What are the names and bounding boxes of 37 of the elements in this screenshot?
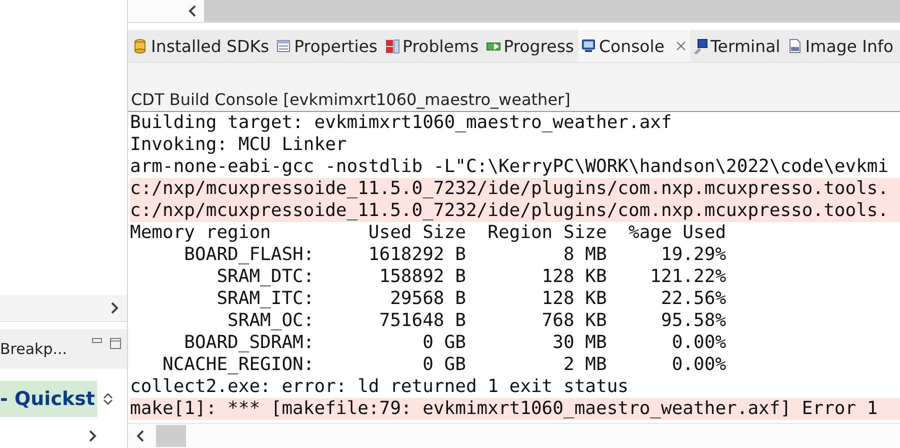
console-line: SRAM_DTC: 158892 B 128 KB 121.22% (216, 266, 728, 288)
console-line: NCACHE_REGION: 0 GB 2 MB 0.00% (162, 354, 728, 376)
scroll-right-icon[interactable] (89, 430, 97, 442)
console-line: BOARD_FLASH: 1618292 B 8 MB 19.29% (183, 244, 728, 266)
maximize-icon[interactable] (110, 338, 121, 348)
tab[interactable]: Properties (273, 30, 382, 62)
problems-icon (384, 38, 400, 54)
outline-item[interactable]: - Quickst (0, 381, 97, 417)
scroll-left-icon[interactable] (136, 430, 144, 442)
table-icon (276, 38, 292, 54)
terminal-icon (692, 38, 708, 54)
tab[interactable]: Problems (382, 30, 483, 62)
minimize-icon[interactable] (92, 338, 102, 344)
tab[interactable]: Progress (482, 30, 578, 62)
tab[interactable]: Image Info (784, 30, 898, 62)
console-line: Memory region Used Size Region Size %age Used (130, 222, 728, 244)
scroll-right-icon[interactable] (111, 302, 119, 314)
tab[interactable]: Terminal (690, 30, 784, 62)
scroll-up-icon[interactable] (102, 392, 113, 399)
scroll-left-icon[interactable] (188, 5, 196, 17)
console-title: CDT Build Console [evkmimxrt1060_maestro_weather] (130, 90, 570, 111)
sdk-icon (133, 38, 148, 54)
scroll-down-icon[interactable] (102, 399, 113, 406)
scrollbar-thumb[interactable] (204, 0, 900, 22)
monitor-icon (581, 38, 596, 54)
console-line: Building target: evkmimxrt1060_maestro_weather.axf (130, 112, 673, 134)
console-line: arm-none-eabi-gcc -nostdlib -L"C:\KerryPC\WORK\handson\2022\code\evkmi (130, 156, 890, 178)
scrollbar-thumb[interactable] (156, 425, 186, 447)
binary-file-icon (787, 38, 802, 54)
console-line: collect2.exe: error: ld returned 1 exit status (130, 376, 630, 398)
close-icon[interactable] (676, 41, 686, 51)
console-line: SRAM_ITC: 29568 B 128 KB 22.56% (216, 288, 728, 310)
tab[interactable]: Installed SDKs (130, 30, 274, 62)
console-line: BOARD_SDRAM: 0 GB 30 MB 0.00% (183, 332, 728, 354)
console-line: SRAM_OC: 751648 B 768 KB 95.58% (226, 310, 728, 332)
console-line: Invoking: MCU Linker (130, 134, 348, 156)
tab[interactable]: Console (578, 30, 690, 62)
